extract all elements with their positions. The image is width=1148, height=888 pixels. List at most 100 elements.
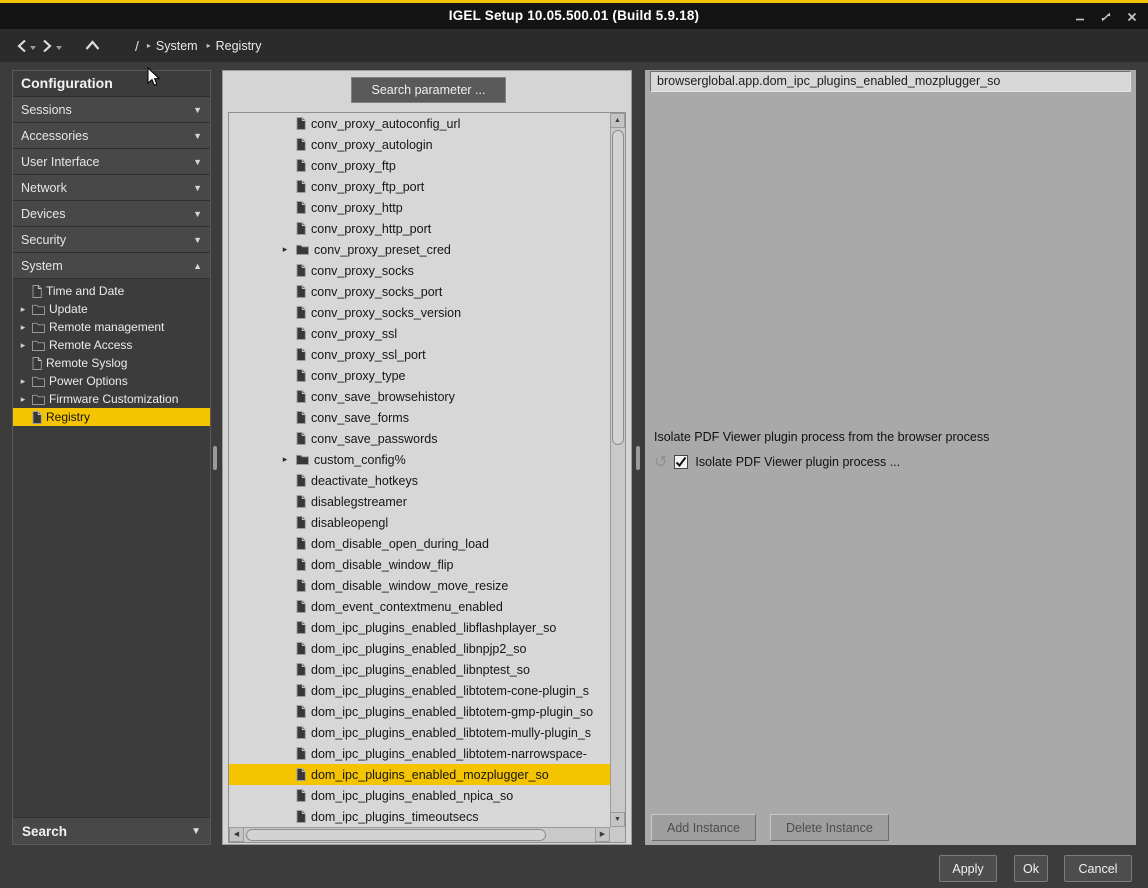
registry-tree-item[interactable]: disablegstreamer [229,491,610,512]
forward-history-dropdown-icon[interactable] [56,46,62,50]
vertical-scrollbar[interactable]: ▲ ▼ [610,113,625,827]
registry-tree-item[interactable]: dom_disable_window_flip [229,554,610,575]
registry-tree-item[interactable]: conv_save_forms [229,407,610,428]
system-tree-item-time-and-date[interactable]: Time and Date [13,282,210,300]
registry-tree-item[interactable]: conv_proxy_ftp [229,155,610,176]
parameter-path-field[interactable]: browserglobal.app.dom_ipc_plugins_enable… [650,71,1131,92]
add-instance-button[interactable]: Add Instance [651,814,756,841]
system-tree-item-power-options[interactable]: ▸Power Options [13,372,210,390]
registry-tree-item[interactable]: conv_save_browsehistory [229,386,610,407]
breadcrumb-item-registry[interactable]: ▸Registry [207,39,262,53]
breadcrumb-item-system[interactable]: ▸System [147,39,198,53]
sidebar-item-security[interactable]: Security▼ [13,227,210,253]
search-parameter-button[interactable]: Search parameter ... [351,77,506,103]
back-history-dropdown-icon[interactable] [30,46,36,50]
registry-tree-item[interactable]: conv_proxy_ftp_port [229,176,610,197]
registry-item-label: conv_proxy_socks_version [311,306,461,320]
registry-tree-item[interactable]: dom_ipc_plugins_timeoutsecs [229,806,610,827]
system-tree-item-remote-syslog[interactable]: Remote Syslog [13,354,210,372]
registry-tree-item[interactable]: deactivate_hotkeys [229,470,610,491]
scroll-up-button[interactable]: ▲ [610,113,625,128]
registry-tree-item[interactable]: conv_proxy_autoconfig_url [229,113,610,134]
cancel-button[interactable]: Cancel [1064,855,1132,882]
registry-tree-item[interactable]: dom_ipc_plugins_enabled_libnptest_so [229,659,610,680]
checkmark-icon [675,456,687,468]
chevron-down-icon: ▼ [193,105,202,115]
registry-tree-item[interactable]: conv_proxy_socks [229,260,610,281]
ok-button[interactable]: Ok [1014,855,1048,882]
registry-tree-item[interactable]: dom_event_contextmenu_enabled [229,596,610,617]
system-tree-item-firmware-customization[interactable]: ▸Firmware Customization [13,390,210,408]
registry-tree-item[interactable]: conv_proxy_socks_port [229,281,610,302]
sidebar-splitter-handle[interactable] [213,446,217,470]
sidebar-item-label: Security [21,233,66,247]
expand-arrow-icon[interactable]: ▸ [18,340,28,351]
registry-tree-item[interactable]: disableopengl [229,512,610,533]
up-button[interactable] [84,39,101,52]
system-tree-item-remote-management[interactable]: ▸Remote management [13,318,210,336]
apply-button[interactable]: Apply [939,855,997,882]
restore-button[interactable] [1099,10,1112,23]
system-tree-item-registry[interactable]: Registry [13,408,210,426]
isolate-pdf-viewer-checkbox[interactable] [674,455,688,469]
registry-tree-item[interactable]: dom_ipc_plugins_enabled_npica_so [229,785,610,806]
registry-tree-item[interactable]: dom_ipc_plugins_enabled_libtotem-cone-pl… [229,680,610,701]
breadcrumb-root[interactable]: / [135,38,139,54]
expand-arrow-icon[interactable]: ▸ [279,244,291,255]
scroll-right-button[interactable]: ▶ [595,827,610,842]
registry-tree-item[interactable]: conv_proxy_ssl [229,323,610,344]
registry-tree-item[interactable]: dom_ipc_plugins_enabled_mozplugger_so [229,764,610,785]
system-tree-item-update[interactable]: ▸Update [13,300,210,318]
expand-arrow-icon[interactable]: ▸ [18,304,28,315]
registry-tree-item[interactable]: conv_proxy_ssl_port [229,344,610,365]
sidebar-item-system[interactable]: System▲ [13,253,210,279]
minimize-button[interactable] [1073,10,1086,23]
registry-tree-item[interactable]: dom_ipc_plugins_enabled_libtotem-mully-p… [229,722,610,743]
sidebar-item-accessories[interactable]: Accessories▼ [13,123,210,149]
horizontal-scrollbar-thumb[interactable] [246,829,546,841]
folder-icon-wrap [32,340,45,351]
scroll-down-button[interactable]: ▼ [610,812,625,827]
horizontal-scrollbar[interactable]: ◀ ▶ [229,827,610,842]
registry-tree-item[interactable]: conv_proxy_socks_version [229,302,610,323]
back-button[interactable] [16,38,36,54]
registry-tree-item[interactable]: dom_ipc_plugins_enabled_libflashplayer_s… [229,617,610,638]
delete-instance-button[interactable]: Delete Instance [770,814,889,841]
scroll-left-button[interactable]: ◀ [229,827,244,842]
panel-splitter-handle[interactable] [636,446,640,470]
file-icon [296,768,306,781]
instance-buttons: Add Instance Delete Instance [651,814,889,841]
chevron-left-icon [16,38,27,54]
reset-to-default-icon[interactable]: ↺ [654,454,667,470]
sidebar-item-sessions[interactable]: Sessions▼ [13,97,210,123]
expand-arrow-icon[interactable]: ▸ [279,454,291,465]
registry-tree-item[interactable]: conv_proxy_http [229,197,610,218]
sidebar-item-network[interactable]: Network▼ [13,175,210,201]
file-icon-wrap [296,201,306,214]
close-button[interactable] [1125,10,1138,23]
scrollbar-corner [610,827,625,842]
registry-item-label: conv_proxy_autologin [311,138,433,152]
expand-arrow-icon[interactable]: ▸ [18,376,28,387]
system-tree-item-remote-access[interactable]: ▸Remote Access [13,336,210,354]
forward-button[interactable] [42,38,62,54]
registry-tree-item[interactable]: dom_disable_open_during_load [229,533,610,554]
registry-tree-item[interactable]: dom_ipc_plugins_enabled_libtotem-narrows… [229,743,610,764]
registry-tree-item[interactable]: conv_proxy_autologin [229,134,610,155]
sidebar-item-label: Accessories [21,129,88,143]
registry-tree-item[interactable]: conv_save_passwords [229,428,610,449]
registry-tree-item[interactable]: ▸conv_proxy_preset_cred [229,239,610,260]
registry-tree-item[interactable]: ▸custom_config% [229,449,610,470]
registry-tree-item[interactable]: conv_proxy_type [229,365,610,386]
sidebar-item-user-interface[interactable]: User Interface▼ [13,149,210,175]
registry-tree-item[interactable]: dom_ipc_plugins_enabled_libnpjp2_so [229,638,610,659]
registry-tree-item[interactable]: dom_disable_window_move_resize [229,575,610,596]
registry-tree-item[interactable]: dom_ipc_plugins_enabled_libtotem-gmp-plu… [229,701,610,722]
sidebar-search-section[interactable]: Search ▼ [13,817,210,844]
expand-arrow-icon[interactable]: ▸ [18,394,28,405]
expand-arrow-icon[interactable]: ▸ [18,322,28,333]
vertical-scrollbar-thumb[interactable] [612,130,624,445]
registry-tree-item[interactable]: conv_proxy_http_port [229,218,610,239]
registry-item-label: dom_ipc_plugins_enabled_libtotem-mully-p… [311,726,591,740]
sidebar-item-devices[interactable]: Devices▼ [13,201,210,227]
